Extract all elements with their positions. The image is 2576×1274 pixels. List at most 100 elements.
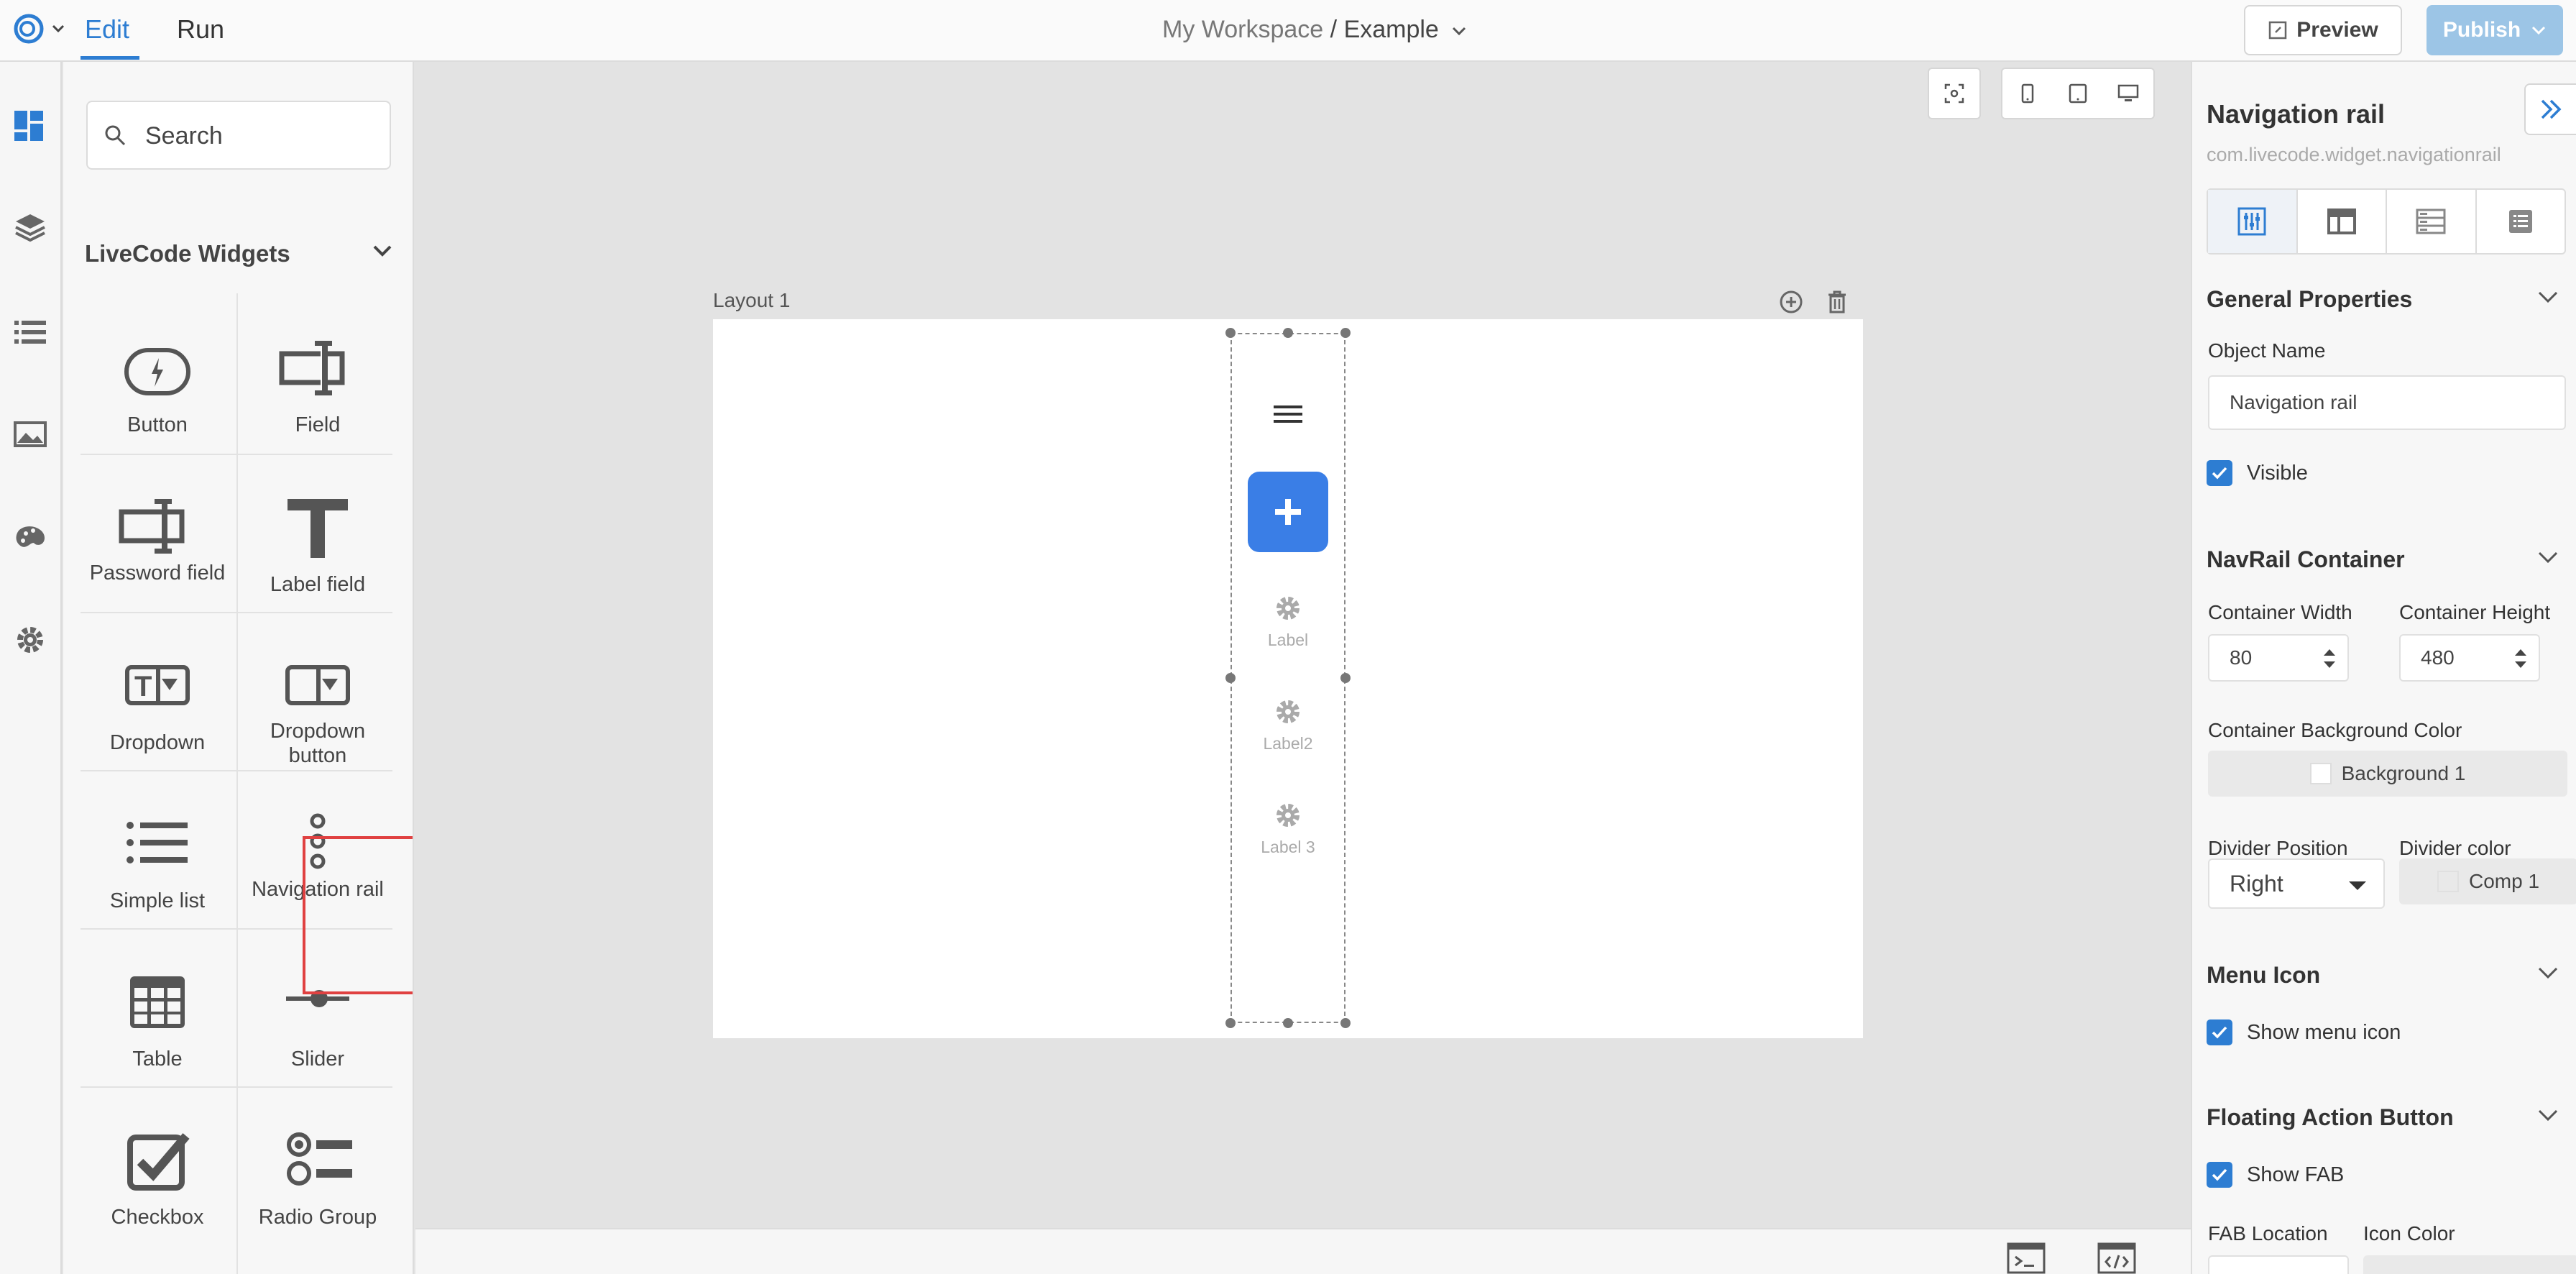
visible-checkbox[interactable] xyxy=(2207,460,2232,486)
app-logo-menu[interactable] xyxy=(12,12,69,49)
container-width-stepper[interactable]: 80 xyxy=(2208,634,2349,682)
object-name-field[interactable]: Navigation rail xyxy=(2208,375,2566,430)
bg-color-value: Background 1 xyxy=(2341,762,2466,784)
tab-list[interactable] xyxy=(2477,190,2565,253)
chevron-down-icon[interactable] xyxy=(372,244,392,257)
chevron-down-icon[interactable] xyxy=(2537,966,2559,981)
widget-dropdown[interactable]: T Dropdown xyxy=(79,613,236,769)
section-menu-icon[interactable]: Menu Icon xyxy=(2207,962,2320,989)
breadcrumb[interactable]: My Workspace / Example xyxy=(1162,16,1467,44)
tablet-view-button[interactable] xyxy=(2053,69,2103,118)
icon-color-label: Icon Color xyxy=(2363,1222,2455,1245)
widget-label-field[interactable]: Label field xyxy=(239,454,396,611)
show-menu-icon-checkbox[interactable] xyxy=(2207,1019,2232,1045)
floating-action-button[interactable] xyxy=(1248,472,1328,552)
publish-button[interactable]: Publish xyxy=(2426,5,2563,55)
stepper-arrows-icon[interactable] xyxy=(2513,646,2529,672)
mobile-view-button[interactable] xyxy=(2002,69,2053,118)
code-icon[interactable] xyxy=(2097,1242,2136,1274)
divider-color-picker[interactable]: Comp 1 xyxy=(2399,858,2576,904)
stepper-arrows-icon[interactable] xyxy=(2322,646,2337,672)
svg-text:T: T xyxy=(134,671,152,702)
chevron-down-icon[interactable] xyxy=(2537,551,2559,565)
color-swatch xyxy=(2309,763,2332,784)
gear-icon xyxy=(1276,597,1300,620)
widget-radio-group[interactable]: Radio Group xyxy=(239,1087,396,1244)
palette-icon[interactable] xyxy=(13,521,47,555)
resize-handle[interactable] xyxy=(1225,1018,1236,1028)
tablet-icon xyxy=(2069,83,2087,104)
widget-label: Button xyxy=(127,413,188,436)
resize-handle[interactable] xyxy=(1340,673,1351,683)
widget-group-title[interactable]: LiveCode Widgets xyxy=(85,240,290,267)
container-height-stepper[interactable]: 480 xyxy=(2399,634,2540,682)
chevron-down-icon[interactable] xyxy=(2537,1109,2559,1123)
list-icon[interactable] xyxy=(13,315,47,349)
widget-label: Field xyxy=(295,413,341,436)
show-menu-icon-label: Show menu icon xyxy=(2247,1021,2401,1044)
collapse-panel-button[interactable] xyxy=(2524,83,2576,135)
terminal-icon[interactable] xyxy=(2007,1242,2046,1274)
widget-button[interactable]: Button xyxy=(79,296,236,453)
dropdown-icon: T xyxy=(125,665,190,705)
desktop-view-button[interactable] xyxy=(2103,69,2153,118)
resize-handle[interactable] xyxy=(1283,328,1293,338)
top-bar: Edit Run My Workspace / Example Preview … xyxy=(0,0,2576,62)
resize-handle[interactable] xyxy=(1283,1018,1293,1028)
container-width-label: Container Width xyxy=(2208,601,2352,623)
show-fab-checkbox[interactable] xyxy=(2207,1162,2232,1188)
resize-handle[interactable] xyxy=(1225,673,1236,683)
resize-handle[interactable] xyxy=(1225,328,1236,338)
widget-password-field[interactable]: Password field xyxy=(79,454,236,611)
chevron-down-icon[interactable] xyxy=(2537,290,2559,305)
widget-label: Password field xyxy=(89,562,226,585)
gear-icon[interactable] xyxy=(13,623,47,657)
section-general-properties[interactable]: General Properties xyxy=(2207,286,2412,313)
fab-location-select[interactable] xyxy=(2208,1255,2349,1274)
breadcrumb-project[interactable]: / Example xyxy=(1330,16,1439,43)
add-circle-icon[interactable] xyxy=(1778,289,1804,315)
widget-simple-list[interactable]: Simple list xyxy=(79,771,236,927)
tab-run[interactable]: Run xyxy=(177,14,224,45)
container-height-label: Container Height xyxy=(2399,601,2551,623)
section-navrail-container[interactable]: NavRail Container xyxy=(2207,546,2405,573)
resize-handle[interactable] xyxy=(1340,1018,1351,1028)
dropdown-button-icon xyxy=(285,665,350,705)
widget-dropdown-button[interactable]: Dropdown button xyxy=(239,613,396,769)
search-box[interactable] xyxy=(86,101,391,170)
tab-rows[interactable] xyxy=(2387,190,2477,253)
divider-position-select[interactable]: Right xyxy=(2208,858,2385,909)
trash-icon[interactable] xyxy=(1826,289,1849,315)
tab-layout[interactable] xyxy=(2298,190,2387,253)
image-icon[interactable] xyxy=(13,417,47,452)
widget-panel: LiveCode Widgets Button Field Password f… xyxy=(63,62,414,1274)
navigation-rail-selection[interactable] xyxy=(1230,333,1346,1023)
bg-color-picker[interactable]: Background 1 xyxy=(2208,751,2567,797)
bg-color-label: Container Background Color xyxy=(2208,719,2462,741)
widget-field[interactable]: Field xyxy=(239,296,396,453)
fit-screen-button[interactable] xyxy=(1929,69,1979,118)
layers-icon[interactable] xyxy=(13,211,47,246)
widget-checkbox[interactable]: Checkbox xyxy=(79,1087,236,1244)
widget-label: Slider xyxy=(290,1048,345,1071)
section-fab[interactable]: Floating Action Button xyxy=(2207,1104,2454,1131)
tool-rail xyxy=(0,62,62,1274)
nav-rail-item[interactable]: Label 3 xyxy=(1230,799,1346,857)
widget-label: Label field xyxy=(270,573,366,596)
layout-label[interactable]: Layout 1 xyxy=(713,289,790,312)
widget-table[interactable]: Table xyxy=(79,929,236,1086)
preview-button[interactable]: Preview xyxy=(2244,5,2402,55)
search-input[interactable] xyxy=(145,119,375,152)
nav-rail-item[interactable]: Label xyxy=(1230,592,1346,650)
button-widget-icon xyxy=(124,348,190,395)
visible-label: Visible xyxy=(2247,462,2308,485)
tab-properties[interactable] xyxy=(2208,190,2298,253)
tab-edit[interactable]: Edit xyxy=(85,14,129,45)
breadcrumb-workspace[interactable]: My Workspace xyxy=(1162,16,1323,43)
widgets-icon[interactable] xyxy=(13,109,47,144)
hamburger-menu-icon[interactable] xyxy=(1274,403,1302,426)
resize-handle[interactable] xyxy=(1340,328,1351,338)
nav-rail-item[interactable]: Label2 xyxy=(1230,696,1346,753)
icon-color-picker[interactable] xyxy=(2363,1255,2576,1274)
double-chevron-right-icon xyxy=(2541,99,2562,119)
